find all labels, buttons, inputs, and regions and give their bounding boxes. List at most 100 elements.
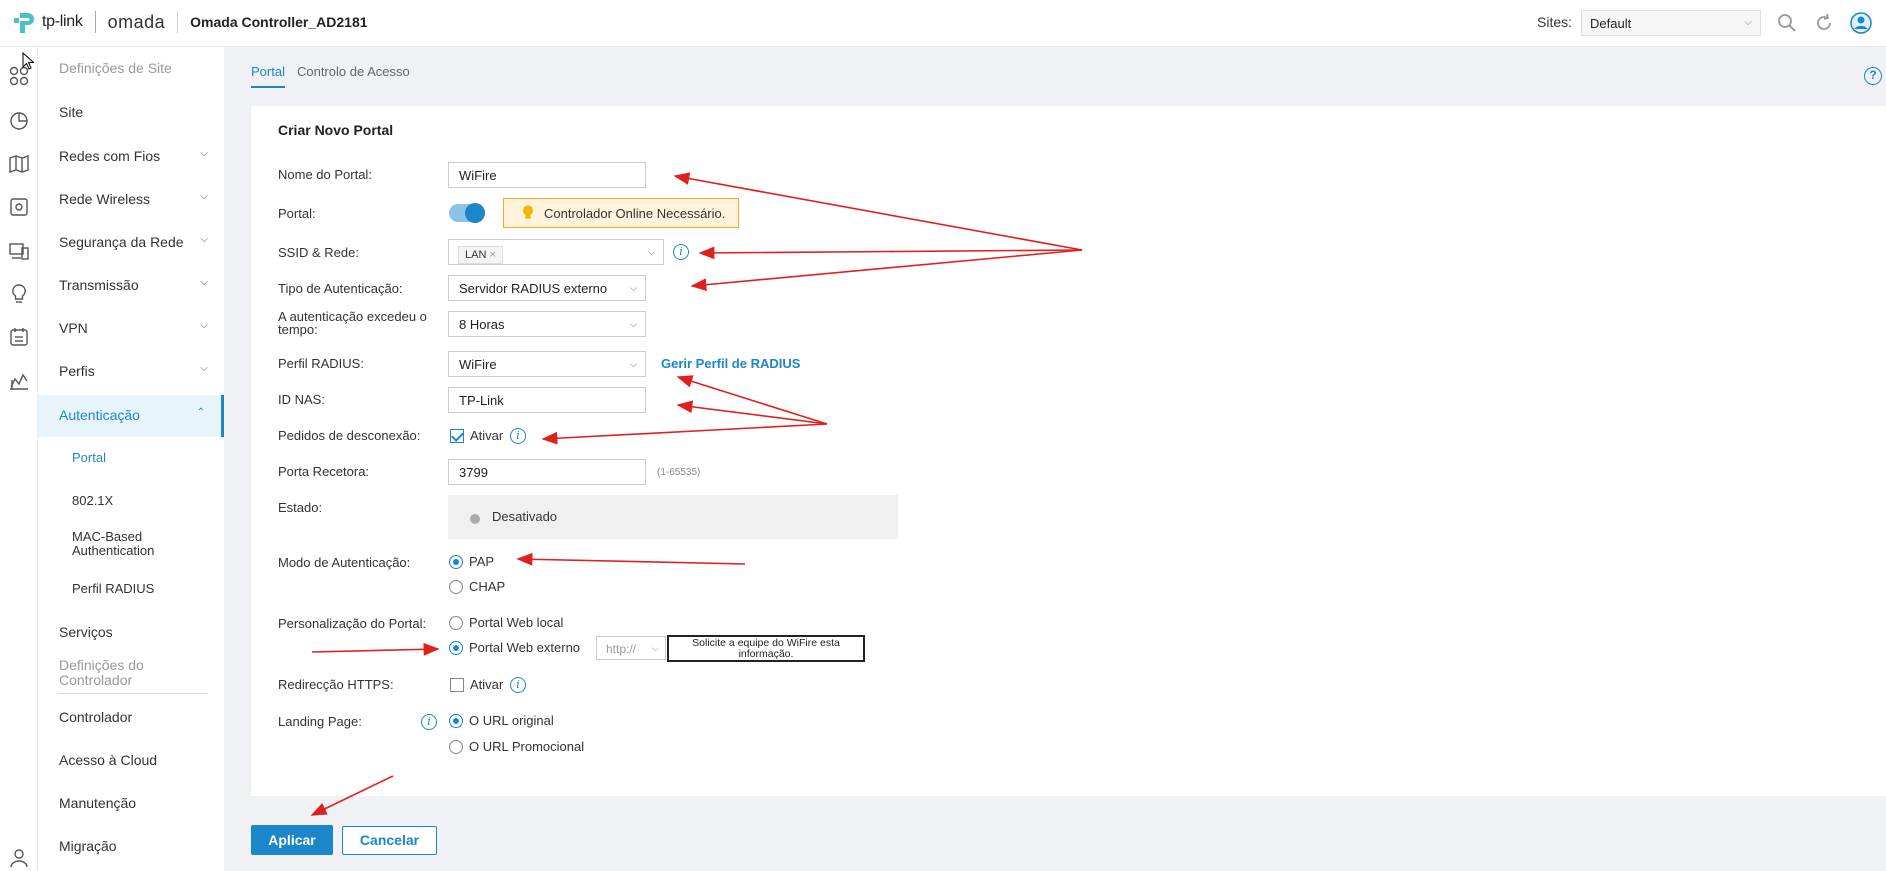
help-icon[interactable]: ?	[1864, 67, 1882, 85]
landing-page-label: Landing Page:	[278, 714, 362, 729]
disconnect-requests-label: Pedidos de desconexão:	[278, 428, 421, 443]
log-icon[interactable]	[8, 326, 30, 348]
statistics-icon[interactable]	[8, 110, 30, 132]
radius-profile-value: WiFire	[459, 357, 497, 372]
devices-icon[interactable]	[8, 196, 30, 218]
sidebar-item-label: Site	[59, 104, 84, 120]
chevron-down-icon: ⌵	[200, 277, 208, 288]
search-icon[interactable]	[1777, 13, 1797, 33]
radius-profile-select[interactable]: WiFire ⌵	[448, 351, 646, 377]
https-redirect-option: Ativar	[470, 677, 504, 692]
sidebar-item-label: MAC-Based Authentication	[72, 529, 155, 558]
sidebar-item-profiles[interactable]: Perfis ⌵	[38, 363, 224, 379]
local-web-portal-radio[interactable]	[449, 616, 463, 630]
sidebar-subitem-portal[interactable]: Portal	[38, 450, 224, 465]
chevron-up-icon: ⌃	[196, 407, 205, 418]
portal-name-input[interactable]: WiFire	[448, 162, 646, 188]
divider	[177, 11, 179, 33]
chevron-down-icon: ⌵	[1744, 17, 1752, 28]
sidebar-subitem-8021x[interactable]: 802.1X	[38, 493, 224, 508]
protocol-select[interactable]: http:// ⌵	[596, 636, 666, 660]
sidebar-item-label: Controlador	[59, 709, 133, 725]
external-web-portal-radio[interactable]	[449, 641, 463, 655]
sidebar-item-migration[interactable]: Migração	[38, 838, 224, 854]
sidebar-item-label: Perfil RADIUS	[72, 581, 155, 596]
receiver-port-input[interactable]: 3799	[448, 459, 646, 485]
tab-portal[interactable]: Portal	[251, 64, 285, 88]
chevron-down-icon: ⌵	[648, 247, 655, 257]
annotation-callout: Solicite a equipe do WiFire esta informa…	[667, 635, 865, 662]
logo: tp-link omada Omada Controller_AD2181	[12, 9, 368, 35]
sidebar-item-vpn[interactable]: VPN ⌵	[38, 320, 224, 336]
portal-name-value: WiFire	[459, 168, 497, 183]
portal-toggle[interactable]	[449, 203, 485, 223]
brand-name: tp-link	[42, 13, 83, 30]
sidebar-item-transmission[interactable]: Transmissão ⌵	[38, 277, 224, 293]
sidebar-item-wired-networks[interactable]: Redes com Fios ⌵	[38, 148, 224, 164]
manage-radius-profile-link[interactable]: Gerir Perfil de RADIUS	[661, 356, 800, 371]
account-icon[interactable]	[8, 847, 30, 869]
sidebar-item-label: Manutenção	[59, 795, 137, 811]
map-icon[interactable]	[8, 153, 30, 175]
info-icon[interactable]: i	[510, 677, 526, 693]
auth-mode-chap-label: CHAP	[469, 579, 506, 594]
state-label: Estado:	[278, 500, 323, 515]
auth-mode-chap-radio[interactable]	[449, 580, 463, 594]
refresh-icon[interactable]	[1814, 13, 1834, 33]
apply-button[interactable]: Aplicar	[251, 825, 333, 855]
user-avatar-icon[interactable]	[1850, 12, 1872, 34]
sidebar-item-wireless-networks[interactable]: Rede Wireless ⌵	[38, 191, 224, 207]
nas-id-input[interactable]: TP-Link	[448, 387, 646, 413]
reports-icon[interactable]	[8, 370, 30, 392]
sidebar-item-cloud-access[interactable]: Acesso à Cloud	[38, 752, 224, 768]
section-site-settings: Definições de Site	[59, 60, 172, 76]
cancel-button[interactable]: Cancelar	[342, 826, 437, 855]
landing-original-url-radio[interactable]	[449, 714, 463, 728]
https-redirect-checkbox[interactable]	[450, 678, 464, 692]
sidebar-subitem-mac-auth[interactable]: MAC-Based Authentication	[38, 530, 188, 558]
clients-icon[interactable]	[8, 240, 30, 262]
disconnect-requests-checkbox[interactable]	[450, 429, 464, 443]
https-redirect-label: Redirecção HTTPS:	[278, 677, 394, 692]
notice-text: Controlador Online Necessário.	[544, 206, 726, 221]
info-icon[interactable]: i	[421, 714, 437, 730]
sidebar-item-services[interactable]: Serviços	[38, 624, 224, 640]
auth-type-select[interactable]: Servidor RADIUS externo ⌵	[448, 275, 646, 301]
form-panel	[251, 106, 1886, 796]
landing-promo-url-radio[interactable]	[449, 740, 463, 754]
icon-rail	[0, 47, 38, 871]
sidebar-item-site[interactable]: Site	[38, 104, 224, 120]
sidebar-item-maintenance[interactable]: Manutenção	[38, 795, 224, 811]
top-bar: tp-link omada Omada Controller_AD2181 Si…	[0, 0, 1886, 47]
tab-access-control[interactable]: Controlo de Acesso	[297, 64, 410, 88]
portal-customization-label: Personalização do Portal:	[278, 616, 427, 631]
mouse-cursor-icon	[22, 52, 34, 70]
chevron-down-icon: ⌵	[652, 643, 659, 653]
sidebar-item-label: Perfis	[59, 363, 95, 379]
site-select-value: Default	[1590, 16, 1632, 31]
auth-mode-pap-radio[interactable]	[449, 555, 463, 569]
product-name: omada	[107, 11, 166, 32]
sidebar-item-label: Serviços	[59, 624, 113, 640]
sidebar-item-label: Segurança da Rede	[59, 234, 184, 250]
sidebar-item-label: Migração	[59, 838, 117, 854]
insight-icon[interactable]	[8, 283, 30, 305]
timeout-select[interactable]: 8 Horas ⌵	[448, 311, 646, 337]
ssid-tag[interactable]: LAN ×	[458, 246, 503, 264]
sidebar-item-network-security[interactable]: Segurança da Rede ⌵	[38, 234, 224, 250]
page-title: Criar Novo Portal	[278, 122, 394, 138]
sidebar-subitem-radius-profile[interactable]: Perfil RADIUS	[38, 581, 224, 596]
toggle-knob	[465, 203, 485, 223]
sidebar-item-label: Rede Wireless	[59, 191, 151, 207]
ssid-label: SSID & Rede:	[278, 245, 359, 260]
info-icon[interactable]: i	[510, 428, 526, 444]
close-icon[interactable]: ×	[489, 249, 495, 261]
sidebar-item-controller[interactable]: Controlador	[38, 709, 224, 725]
state-box: Desativado	[448, 495, 898, 539]
receiver-port-label: Porta Recetora:	[278, 464, 370, 479]
info-icon[interactable]: i	[673, 244, 689, 260]
chevron-down-icon: ⌵	[630, 283, 637, 293]
divider	[58, 693, 208, 694]
site-select[interactable]: Default ⌵	[1581, 10, 1761, 36]
sidebar-item-authentication[interactable]: Autenticação ⌃	[38, 395, 224, 437]
